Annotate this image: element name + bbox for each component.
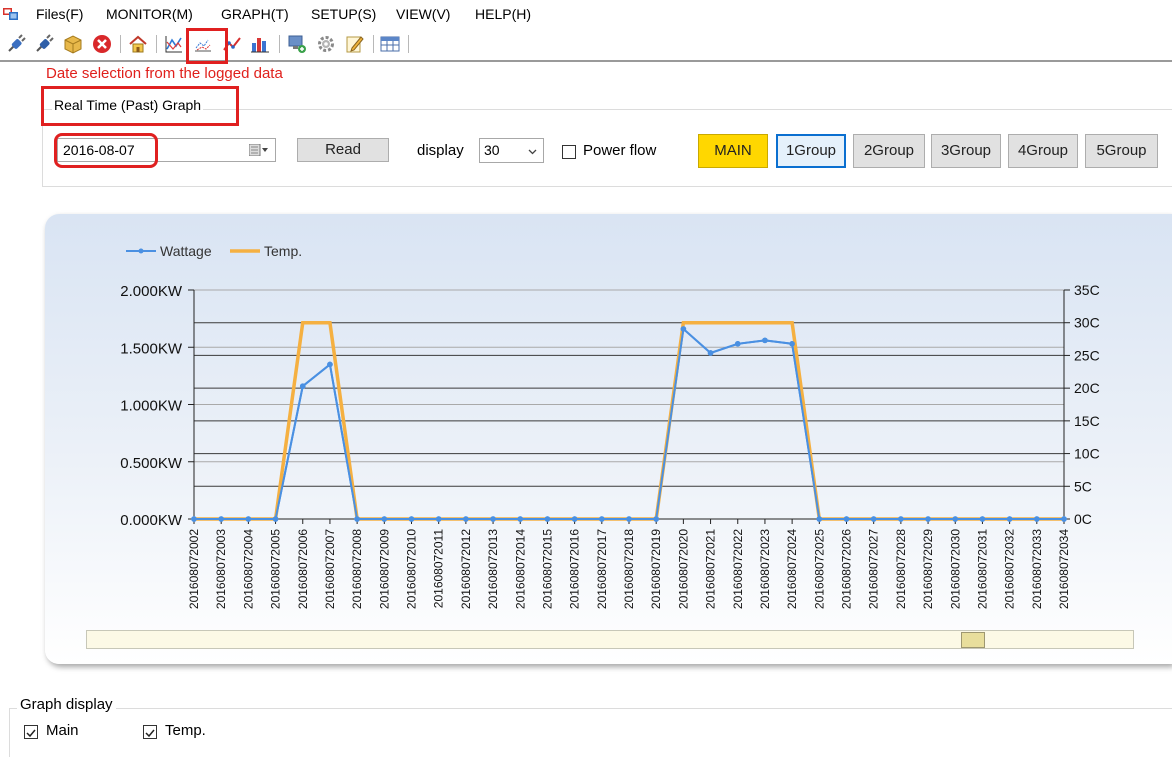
x-tick-label: 201608072010 <box>405 529 419 609</box>
x-tick-label: 201608072016 <box>568 529 582 609</box>
wattage-data-point <box>299 383 306 389</box>
wattage-data-point <box>789 341 795 347</box>
y-right-tick-label: 0C <box>1074 511 1092 527</box>
wattage-data-point <box>1034 516 1040 522</box>
x-tick-label: 201608072034 <box>1057 529 1071 609</box>
wattage-data-point <box>626 516 632 522</box>
x-tick-label: 201608072005 <box>269 529 283 609</box>
x-tick-label: 201608072019 <box>649 529 663 609</box>
chart-scrollbar[interactable] <box>86 630 1134 649</box>
x-tick-label: 201608072020 <box>676 529 690 609</box>
checkmark-icon <box>26 729 36 738</box>
x-tick-label: 201608072028 <box>894 529 908 609</box>
x-tick-label: 201608072018 <box>622 529 636 609</box>
wattage-data-point <box>408 516 415 522</box>
x-tick-label: 201608072008 <box>350 529 364 609</box>
x-tick-label: 201608072026 <box>840 529 854 609</box>
x-tick-label: 201608072021 <box>704 529 718 609</box>
y-right-tick-label: 35C <box>1074 282 1100 298</box>
y-left-tick-label: 1.500KW <box>120 340 183 357</box>
wattage-data-point <box>463 516 469 522</box>
x-tick-label: 201608072014 <box>513 529 527 609</box>
wattage-data-point <box>762 337 768 344</box>
wattage-data-point <box>653 516 659 522</box>
wattage-data-point <box>680 326 687 332</box>
y-left-tick-label: 0.000KW <box>120 512 183 529</box>
y-left-tick-label: 2.000KW <box>120 283 183 300</box>
x-tick-label: 201608072012 <box>459 529 473 609</box>
wattage-data-point <box>544 516 551 522</box>
wattage-data-point <box>816 516 823 522</box>
wattage-data-point <box>272 516 279 522</box>
main-checkbox-label: Main <box>46 722 79 739</box>
x-tick-label: 201608072011 <box>432 529 446 609</box>
wattage-data-point <box>245 516 252 522</box>
legend-label: Temp. <box>264 243 302 259</box>
main-checkbox[interactable] <box>24 725 38 739</box>
scrollbar-thumb[interactable] <box>961 632 985 648</box>
x-tick-label: 201608072022 <box>731 529 745 609</box>
x-tick-label: 201608072027 <box>867 529 881 609</box>
wattage-data-point <box>490 516 496 522</box>
y-left-tick-label: 1.000KW <box>120 398 183 415</box>
x-tick-label: 201608072004 <box>241 529 255 609</box>
wattage-data-point <box>327 361 333 368</box>
temp-checkbox-label: Temp. <box>165 722 206 739</box>
temp-checkbox[interactable] <box>143 725 157 739</box>
legend-marker <box>138 248 144 254</box>
x-tick-label: 201608072033 <box>1030 529 1044 609</box>
wattage-data-point <box>734 341 741 347</box>
wattage-series-line-top <box>194 326 1064 520</box>
x-tick-label: 201608072032 <box>1003 529 1017 609</box>
wattage-data-point <box>870 516 877 522</box>
x-tick-label: 201608072025 <box>812 529 826 609</box>
x-tick-label: 201608072002 <box>187 529 201 609</box>
x-tick-label: 201608072029 <box>921 529 935 609</box>
y-right-tick-label: 5C <box>1074 478 1092 494</box>
y-right-tick-label: 15C <box>1074 413 1100 429</box>
wattage-data-point <box>1006 516 1013 522</box>
wattage-data-point <box>843 516 850 522</box>
x-tick-label: 201608072030 <box>948 529 962 609</box>
wattage-data-point <box>925 516 931 522</box>
wattage-data-point <box>381 516 388 522</box>
legend-label: Wattage <box>160 243 212 259</box>
wattage-data-point <box>952 516 959 522</box>
x-tick-label: 201608072013 <box>486 529 500 609</box>
y-right-tick-label: 30C <box>1074 315 1100 331</box>
wattage-data-point <box>354 516 360 522</box>
x-tick-label: 201608072031 <box>975 529 989 609</box>
wattage-data-point <box>571 516 578 522</box>
x-tick-label: 201608072009 <box>377 529 391 609</box>
y-left-tick-label: 0.500KW <box>120 455 183 472</box>
wattage-data-point <box>599 516 605 522</box>
wattage-data-point <box>1061 516 1067 522</box>
x-tick-label: 201608072024 <box>785 529 799 609</box>
wattage-data-point <box>898 516 904 522</box>
y-right-tick-label: 20C <box>1074 380 1100 396</box>
checkmark-icon <box>145 729 155 738</box>
x-tick-label: 201608072003 <box>214 529 228 609</box>
x-tick-label: 201608072015 <box>540 529 554 609</box>
wattage-data-point <box>517 516 524 522</box>
wattage-data-point <box>979 516 986 522</box>
y-right-tick-label: 25C <box>1074 347 1100 363</box>
wattage-data-point <box>191 516 197 522</box>
y-right-tick-label: 10C <box>1074 446 1100 462</box>
graph-display-title: Graph display <box>17 696 116 713</box>
wattage-data-point <box>707 350 714 356</box>
x-tick-label: 201608072007 <box>323 529 337 609</box>
wattage-series-line <box>194 326 1064 520</box>
wattage-data-point <box>218 516 224 522</box>
x-tick-label: 201608072017 <box>595 529 609 609</box>
x-tick-label: 201608072006 <box>296 529 310 609</box>
x-tick-label: 201608072023 <box>758 529 772 609</box>
wattage-data-point <box>435 516 442 522</box>
